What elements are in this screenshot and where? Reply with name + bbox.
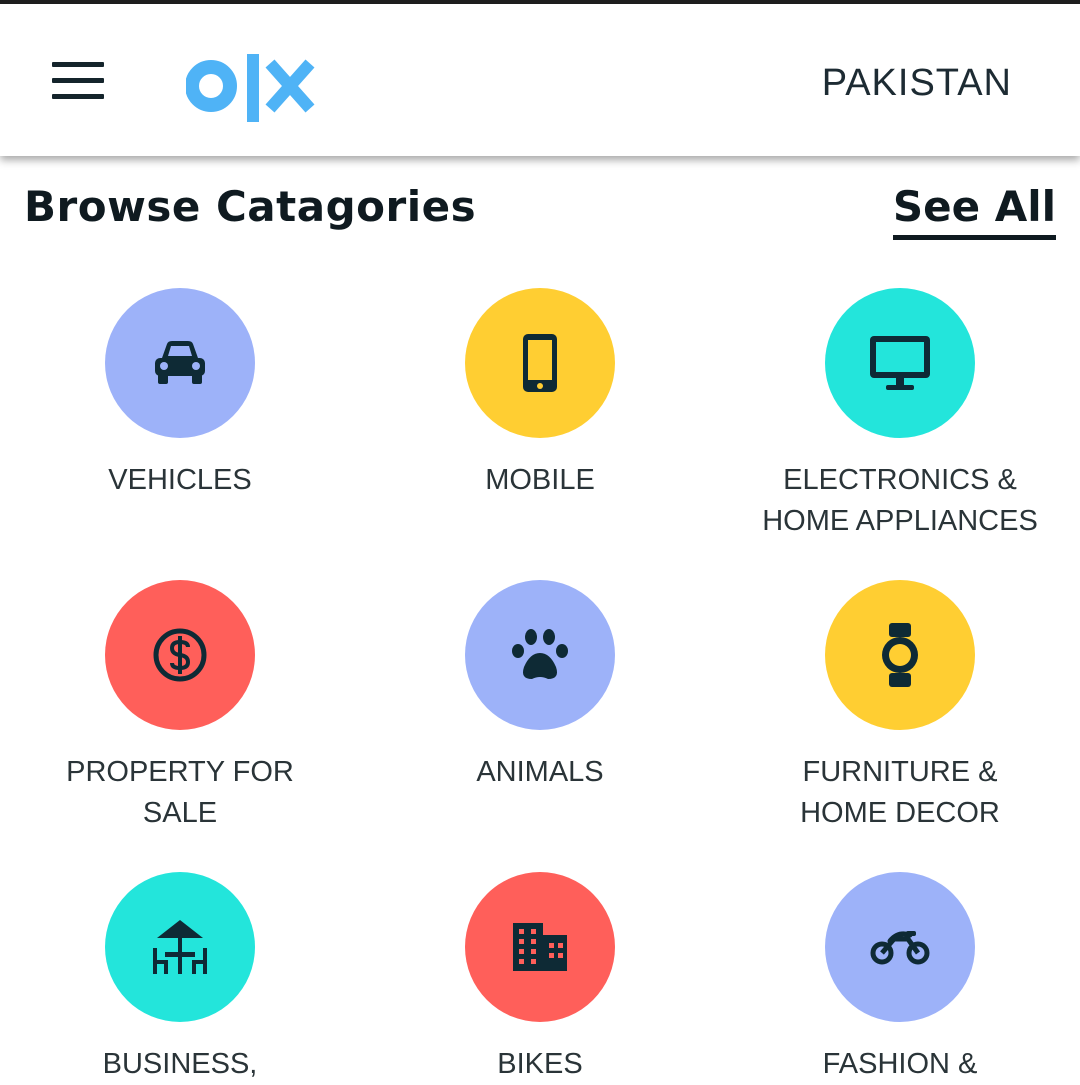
- category-icon-circle: [105, 288, 255, 438]
- category-icon-circle: [105, 580, 255, 730]
- building-icon: [513, 923, 567, 971]
- hamburger-menu-icon: [52, 62, 104, 67]
- category-icon-circle: [105, 872, 255, 1022]
- category-label: FURNITURE & HOME DECOR: [800, 756, 1000, 829]
- menu-button[interactable]: [52, 62, 104, 100]
- monitor-icon: [870, 336, 930, 390]
- category-mobile[interactable]: MOBILE: [360, 288, 720, 501]
- olx-logo-mark: [185, 54, 315, 122]
- category-icon-circle: [465, 580, 615, 730]
- category-label: ANIMALS: [476, 756, 604, 788]
- motorbike-icon: [870, 931, 930, 965]
- category-furniture[interactable]: FURNITURE & HOME DECOR: [720, 580, 1080, 834]
- category-animals[interactable]: ANIMALS: [360, 580, 720, 793]
- category-label: BIKES: [497, 1048, 583, 1080]
- menu-line: [52, 78, 104, 83]
- country-selector[interactable]: PAKISTAN: [822, 62, 1012, 105]
- app-header: PAKISTAN: [0, 4, 1080, 156]
- category-business[interactable]: BUSINESS,: [0, 872, 360, 1085]
- category-icon-circle: [465, 872, 615, 1022]
- category-fashion[interactable]: FASHION &: [720, 872, 1080, 1085]
- olx-logo[interactable]: [185, 50, 316, 130]
- category-label: BUSINESS,: [102, 1048, 258, 1080]
- category-icon-circle: [465, 288, 615, 438]
- furniture-table-icon: [153, 920, 207, 974]
- category-property-for-sale[interactable]: PROPERTY FOR SALE: [0, 580, 360, 834]
- menu-line: [52, 94, 104, 99]
- category-bikes[interactable]: BIKES: [360, 872, 720, 1085]
- category-icon-circle: [825, 580, 975, 730]
- category-electronics[interactable]: ELECTRONICS & HOME APPLIANCES: [720, 288, 1080, 542]
- category-icon-circle: [825, 872, 975, 1022]
- category-icon-circle: [825, 288, 975, 438]
- category-label: VEHICLES: [108, 464, 252, 496]
- category-vehicles[interactable]: VEHICLES: [0, 288, 360, 501]
- category-label: FASHION &: [822, 1048, 978, 1080]
- category-label: ELECTRONICS & HOME APPLIANCES: [762, 464, 1038, 537]
- dollar-icon: [153, 628, 207, 682]
- watch-icon: [882, 623, 918, 687]
- car-icon: [155, 341, 205, 384]
- section-title: Browse Catagories: [24, 182, 477, 231]
- category-label: PROPERTY FOR SALE: [66, 756, 294, 829]
- category-label: MOBILE: [485, 464, 595, 496]
- paw-icon: [512, 629, 568, 679]
- mobile-phone-icon: [523, 334, 557, 392]
- see-all-link[interactable]: See All: [892, 182, 1056, 240]
